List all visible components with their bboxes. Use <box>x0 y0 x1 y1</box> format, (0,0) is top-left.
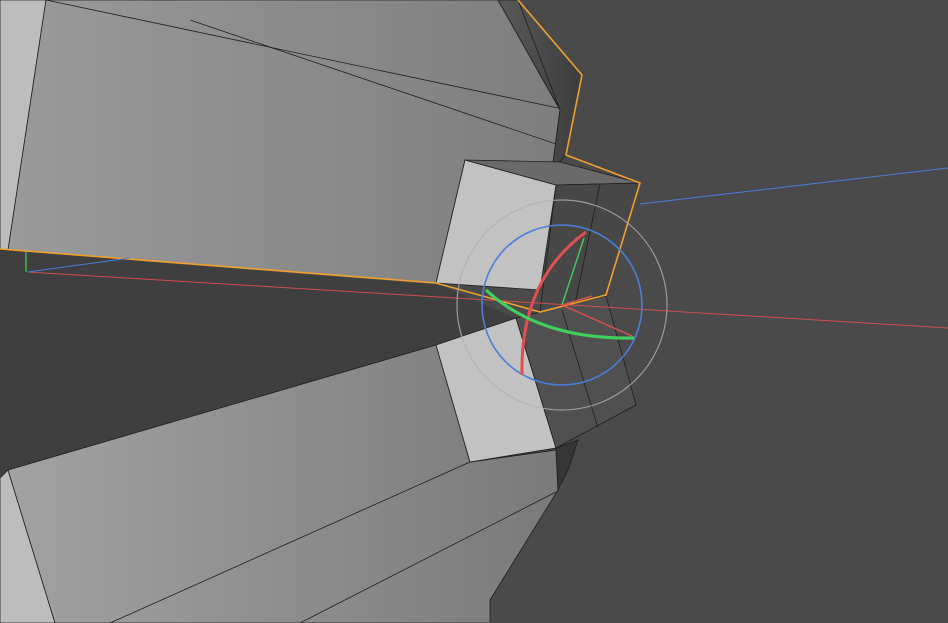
viewport-canvas[interactable] <box>0 0 948 623</box>
3d-viewport[interactable] <box>0 0 948 623</box>
